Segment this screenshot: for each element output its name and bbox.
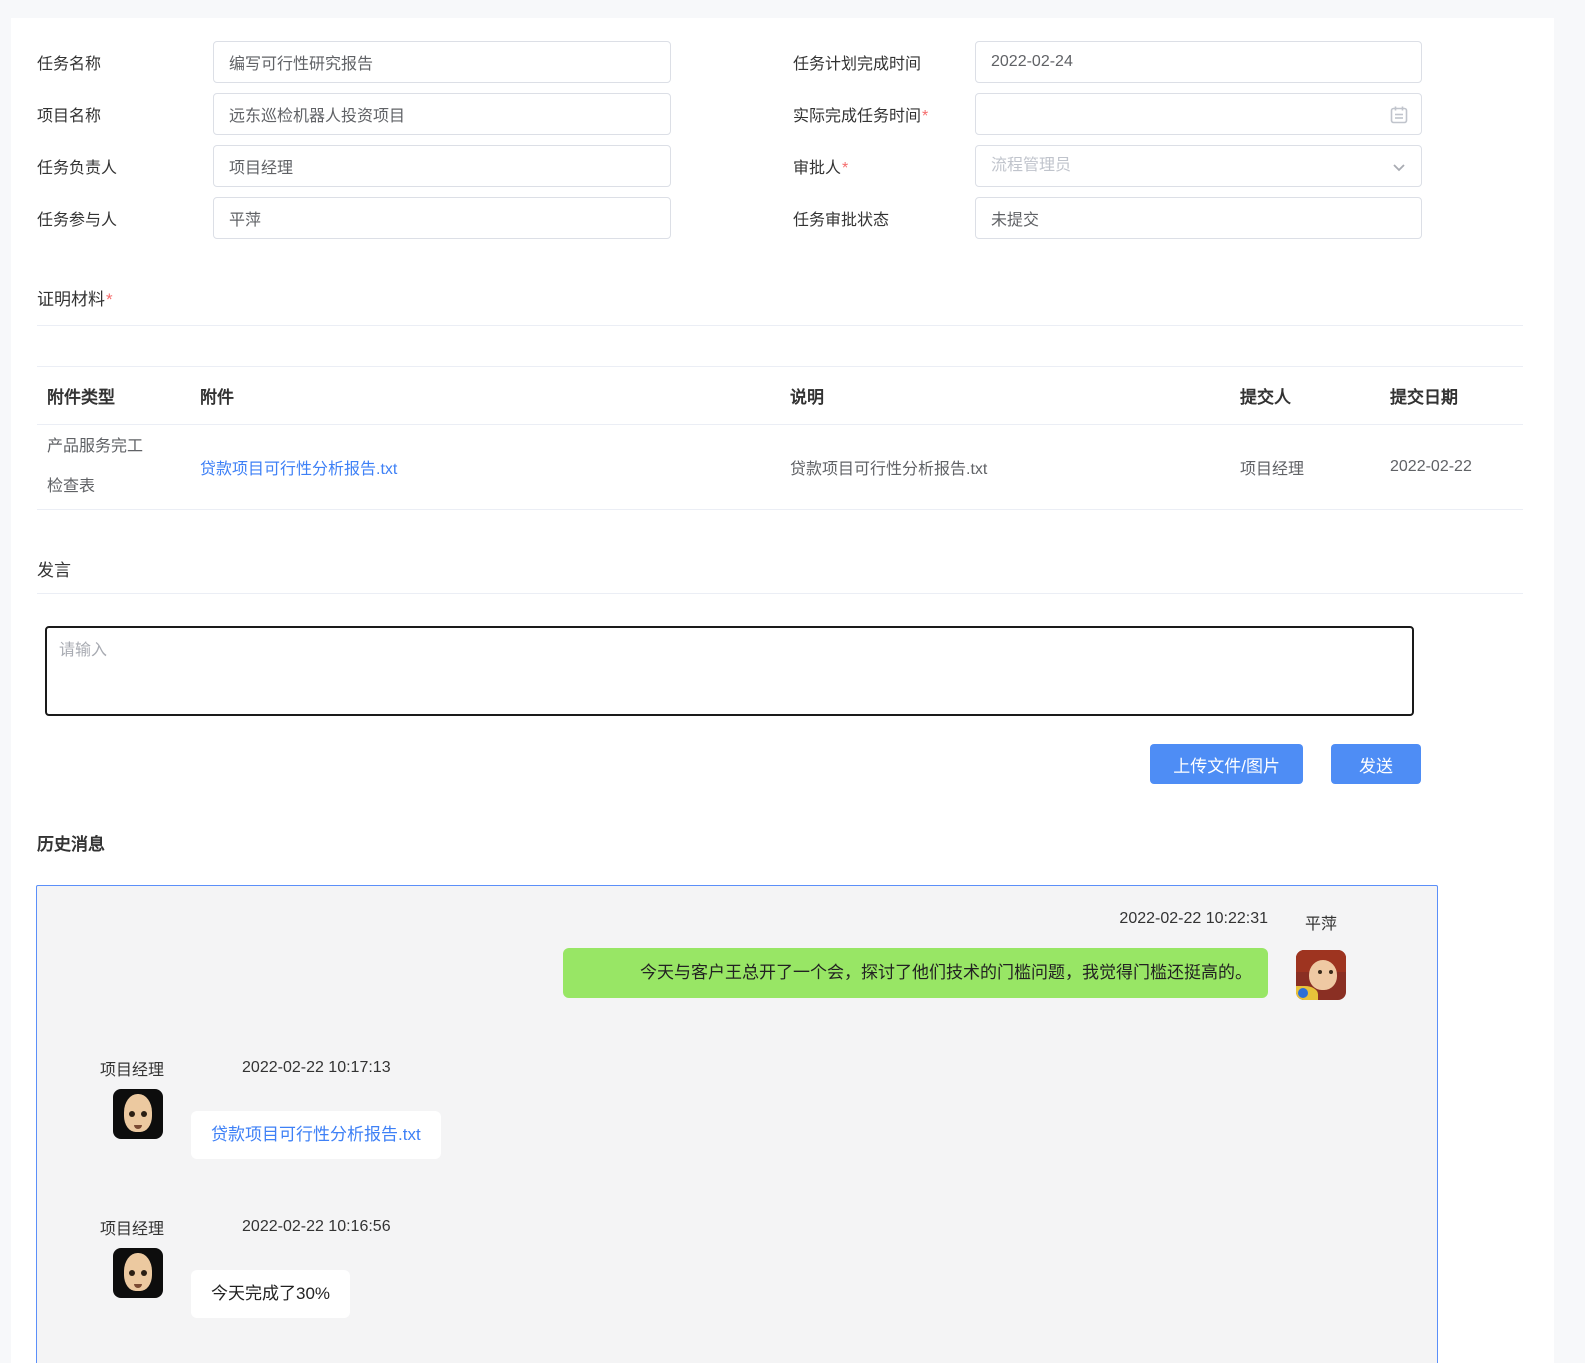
approver-select[interactable]: [975, 145, 1422, 187]
materials-table-header: 附件类型 附件 说明 提交人 提交日期: [37, 366, 1523, 425]
cell-description: 贷款项目可行性分析报告.txt: [790, 455, 1240, 479]
task-participant-label: 任务参与人: [37, 206, 213, 230]
approver-label: 审批人: [793, 160, 841, 177]
project-name-input[interactable]: [214, 94, 670, 134]
task-owner-input[interactable]: [214, 146, 670, 186]
form-row-project-name: 项目名称: [37, 93, 671, 135]
col-header-submitter: 提交人: [1240, 383, 1390, 408]
form-row-planned-finish-time: 任务计划完成时间: [793, 41, 1422, 83]
form-row-task-name: 任务名称: [37, 41, 671, 83]
attachment-file-link[interactable]: 贷款项目可行性分析报告.txt: [200, 461, 397, 478]
cell-submitter: 项目经理: [1240, 455, 1390, 479]
task-name-input[interactable]: [214, 42, 670, 82]
divider: [37, 325, 1523, 326]
task-detail-card: 任务名称 项目名称 任务负责人 任务参与人 任务计划完成时间 实际完: [11, 18, 1554, 1363]
task-owner-label: 任务负责人: [37, 154, 213, 178]
form-row-actual-finish-time: 实际完成任务时间*: [793, 93, 1422, 135]
materials-section-title: 证明材料*: [37, 285, 1523, 310]
materials-table: 附件类型 附件 说明 提交人 提交日期 产品服务完工检查表 贷款项目可行性分析报…: [37, 366, 1523, 510]
avatar: [113, 1089, 163, 1139]
form-row-task-participant: 任务参与人: [37, 197, 671, 239]
message-bubble: 今天与客户王总开了一个会，探讨了他们技术的门槛问题，我觉得门槛还挺高的。: [563, 948, 1268, 998]
calendar-icon: [1389, 105, 1409, 125]
planned-finish-time-label: 任务计划完成时间: [793, 50, 975, 74]
col-header-attachment: 附件: [200, 383, 790, 408]
history-section-title: 历史消息: [37, 830, 1523, 855]
required-asterisk: *: [106, 290, 113, 309]
actual-finish-time-input[interactable]: [976, 94, 1421, 134]
message-time: 2022-02-22 10:17:13: [242, 1059, 391, 1077]
task-form: 任务名称 项目名称 任务负责人 任务参与人 任务计划完成时间 实际完: [37, 41, 1523, 249]
message-sender-name: 项目经理: [100, 1056, 164, 1080]
actual-finish-time-label: 实际完成任务时间: [793, 108, 921, 125]
table-row: 产品服务完工检查表 贷款项目可行性分析报告.txt 贷款项目可行性分析报告.tx…: [37, 425, 1523, 510]
speech-input[interactable]: [45, 626, 1414, 716]
cell-date: 2022-02-22: [1390, 458, 1523, 476]
message-item: 项目经理 2022-02-22 10:17:13 贷款项目可行性分析报告.txt: [57, 1056, 1417, 1159]
form-row-approval-status: 任务审批状态: [793, 197, 1422, 239]
avatar-eyes: [1318, 970, 1322, 974]
col-header-description: 说明: [790, 383, 1240, 408]
project-name-label: 项目名称: [37, 102, 213, 126]
message-item: 项目经理 2022-02-22 10:16:56 今天完成了30%: [57, 1215, 1417, 1318]
approval-status-label: 任务审批状态: [793, 206, 975, 230]
chevron-down-icon: [1389, 157, 1409, 177]
avatar-patch: [1298, 988, 1308, 998]
approver-select-input[interactable]: [976, 146, 1421, 186]
message-file-link[interactable]: 贷款项目可行性分析报告.txt: [211, 1125, 421, 1144]
message-sender-name: 平萍: [1305, 910, 1337, 934]
history-message-panel: 2022-02-22 10:22:31 今天与客户王总开了一个会，探讨了他们技术…: [36, 885, 1438, 1363]
divider: [37, 593, 1523, 594]
avatar: [113, 1248, 163, 1298]
message-sender-name: 项目经理: [100, 1215, 164, 1239]
avatar-face: [1309, 960, 1337, 990]
upload-file-button[interactable]: 上传文件/图片: [1150, 744, 1303, 784]
message-time: 2022-02-22 10:22:31: [1119, 910, 1268, 928]
avatar-eyes: [129, 1270, 135, 1276]
required-asterisk: *: [842, 160, 848, 177]
send-button[interactable]: 发送: [1331, 744, 1421, 784]
avatar-eyes: [129, 1111, 135, 1117]
message-bubble: 今天完成了30%: [191, 1270, 350, 1318]
planned-finish-time-input[interactable]: [976, 42, 1421, 82]
cell-attachment-type: 产品服务完工检查表: [37, 427, 200, 507]
form-row-task-owner: 任务负责人: [37, 145, 671, 187]
message-item: 2022-02-22 10:22:31 今天与客户王总开了一个会，探讨了他们技术…: [57, 910, 1417, 1000]
approval-status-input[interactable]: [976, 198, 1421, 238]
form-row-approver: 审批人*: [793, 145, 1422, 187]
col-header-attachment-type: 附件类型: [37, 383, 200, 408]
required-asterisk: *: [922, 108, 928, 125]
avatar: [1296, 950, 1346, 1000]
speech-section-title: 发言: [37, 556, 1523, 581]
message-time: 2022-02-22 10:16:56: [242, 1218, 391, 1236]
task-name-label: 任务名称: [37, 50, 213, 74]
col-header-date: 提交日期: [1390, 383, 1523, 408]
task-participant-input[interactable]: [214, 198, 670, 238]
speech-actions: 上传文件/图片 发送: [37, 744, 1421, 784]
